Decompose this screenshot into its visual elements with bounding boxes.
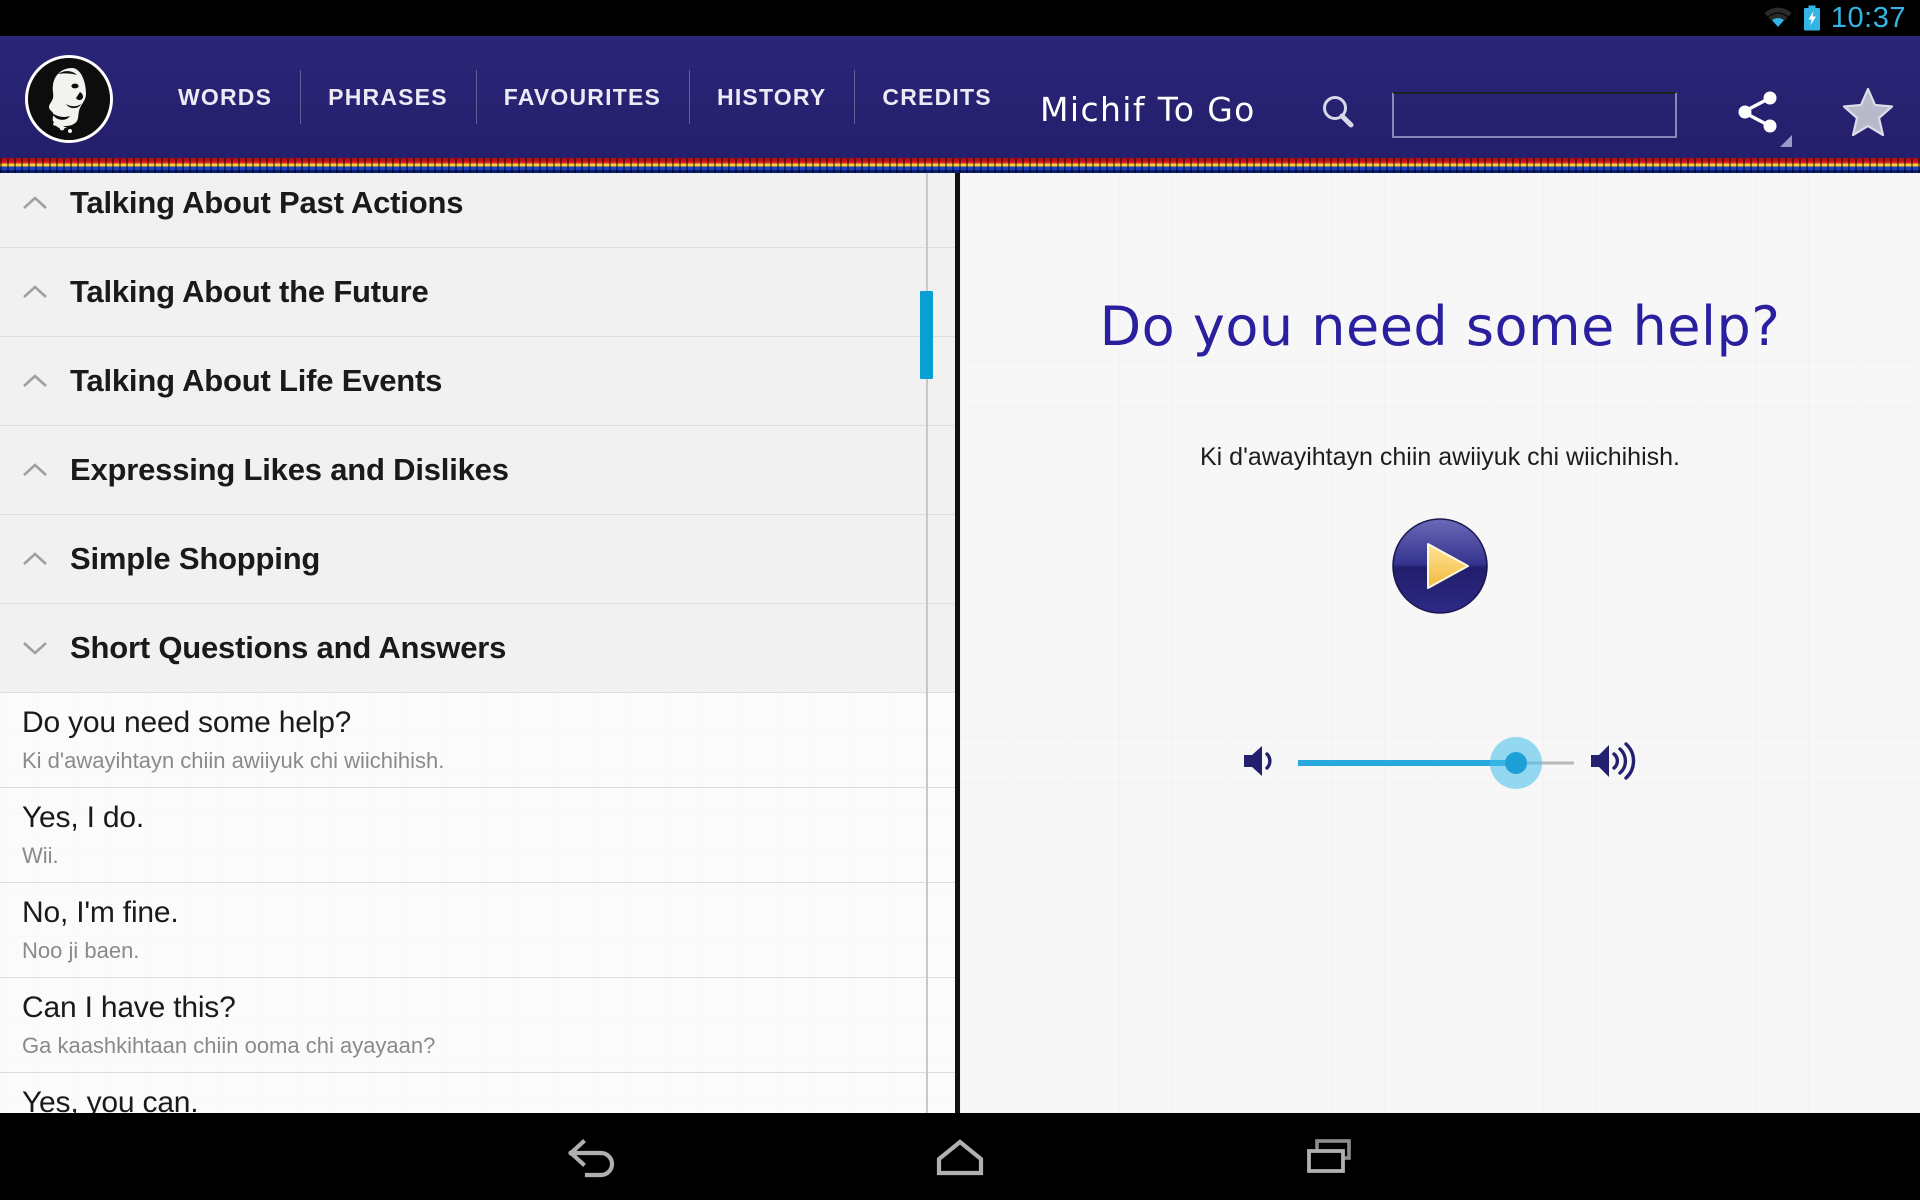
volume-track-fill <box>1298 760 1517 766</box>
app-logo[interactable] <box>25 55 113 143</box>
volume-high-icon[interactable] <box>1588 739 1640 788</box>
tab-favourites[interactable]: FAVOURITES <box>475 68 689 126</box>
tab-credits-label: CREDITS <box>882 83 992 110</box>
battery-charging-icon <box>1803 5 1821 31</box>
chevron-up-icon <box>14 371 56 391</box>
star-icon[interactable] <box>1842 87 1894 142</box>
category-row[interactable]: Talking About Past Actions <box>0 173 959 248</box>
home-button[interactable] <box>905 1122 1015 1192</box>
category-label: Short Questions and Answers <box>70 630 507 665</box>
tab-phrases-label: PHRASES <box>328 83 448 110</box>
tab-favourites-label: FAVOURITES <box>503 83 662 110</box>
category-row[interactable]: Talking About Life Events <box>0 337 959 426</box>
chevron-up-icon <box>14 193 56 213</box>
main-content: Talking About Past Actions Talking About… <box>0 173 1920 1113</box>
category-row[interactable]: Expressing Likes and Dislikes <box>0 426 959 515</box>
tab-words-label: WORDS <box>178 83 273 110</box>
phrase-michif: Ki d'awayihtayn chiin awiiyuk chi wiichi… <box>22 747 445 773</box>
chevron-up-icon <box>14 549 56 569</box>
phrase-detail-pane: Do you need some help? Ki d'awayihtayn c… <box>960 173 1920 1113</box>
detail-headline: Do you need some help? <box>1099 295 1781 358</box>
back-button[interactable] <box>535 1122 645 1192</box>
share-dropdown-triangle-icon[interactable] <box>1780 135 1792 147</box>
volume-control <box>1240 733 1640 793</box>
chevron-up-icon <box>14 460 56 480</box>
header-actions <box>1732 86 1894 147</box>
volume-low-icon[interactable] <box>1240 741 1284 786</box>
list-item[interactable]: Yes, you can. <box>0 1073 959 1113</box>
main-tabs: WORDS PHRASES FAVOURITES HISTORY CREDITS <box>150 36 1020 158</box>
phrase-michif: Ga kaashkihtaan chiin ooma chi ayayaan? <box>22 1032 436 1058</box>
play-button[interactable] <box>1392 518 1488 614</box>
android-nav-bar <box>0 1113 1920 1200</box>
app-title: Michif To Go <box>1040 90 1256 129</box>
search-area <box>1318 92 1677 139</box>
category-label: Talking About the Future <box>70 274 429 309</box>
category-row[interactable]: Simple Shopping <box>0 515 959 604</box>
recents-button[interactable] <box>1275 1122 1385 1192</box>
category-label: Talking About Past Actions <box>70 185 464 220</box>
list-item[interactable]: No, I'm fine. Noo ji baen. <box>0 883 959 978</box>
search-icon[interactable] <box>1318 92 1360 139</box>
status-clock: 10:37 <box>1830 2 1906 34</box>
tab-phrases[interactable]: PHRASES <box>300 68 476 126</box>
category-row-expanded[interactable]: Short Questions and Answers <box>0 604 959 693</box>
phrase-english: Yes, I do. <box>22 800 144 834</box>
list-item[interactable]: Can I have this? Ga kaashkihtaan chiin o… <box>0 978 959 1073</box>
tab-history-label: HISTORY <box>717 83 827 110</box>
list-item[interactable]: Yes, I do. Wii. <box>0 788 959 883</box>
scrollbar-thumb[interactable] <box>920 291 933 379</box>
detail-michif-text: Ki d'awayihtayn chiin awiiyuk chi wiichi… <box>1200 443 1680 471</box>
phrase-list-pane[interactable]: Talking About Past Actions Talking About… <box>0 173 959 1113</box>
volume-thumb[interactable] <box>1505 752 1528 774</box>
share-icon[interactable] <box>1732 86 1792 147</box>
phrase-english: Do you need some help? <box>22 706 352 739</box>
phrase-michif: Wii. <box>22 842 59 868</box>
category-label: Talking About Life Events <box>70 363 443 398</box>
phrase-english: Yes, you can. <box>22 1085 199 1113</box>
phrase-english: Can I have this? <box>22 990 236 1024</box>
search-input[interactable] <box>1392 92 1677 138</box>
phrase-michif: Noo ji baen. <box>22 937 140 963</box>
wifi-icon <box>1763 6 1793 30</box>
phrase-items: Do you need some help? Ki d'awayihtayn c… <box>0 693 959 1113</box>
volume-slider[interactable] <box>1298 733 1574 793</box>
tab-credits[interactable]: CREDITS <box>854 68 1019 126</box>
status-bar: 10:37 <box>0 0 1920 36</box>
tab-history[interactable]: HISTORY <box>689 68 854 126</box>
metis-sash-divider <box>0 158 1920 173</box>
chevron-up-icon <box>14 282 56 302</box>
phrase-list-scroll-content: Talking About Past Actions Talking About… <box>0 173 959 1113</box>
app-header: WORDS PHRASES FAVOURITES HISTORY CREDITS… <box>0 36 1920 158</box>
category-label: Expressing Likes and Dislikes <box>70 452 509 487</box>
list-item[interactable]: Do you need some help? Ki d'awayihtayn c… <box>0 693 959 788</box>
category-row[interactable]: Talking About the Future <box>0 248 959 337</box>
chevron-down-icon <box>14 638 56 658</box>
tab-words[interactable]: WORDS <box>150 68 300 126</box>
category-label: Simple Shopping <box>70 541 321 576</box>
phrase-english: No, I'm fine. <box>22 895 179 929</box>
